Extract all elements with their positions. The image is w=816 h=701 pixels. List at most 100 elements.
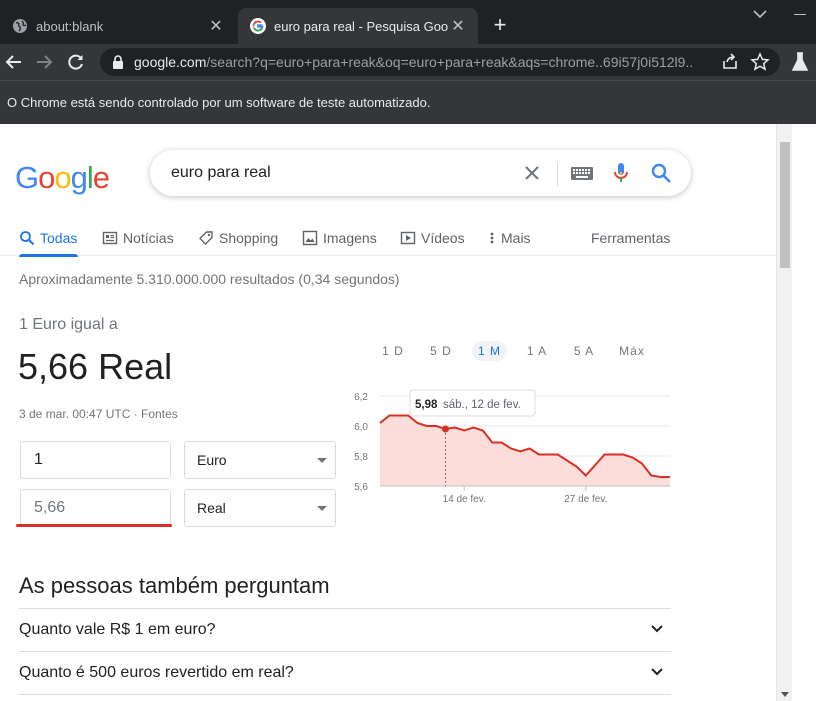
share-icon[interactable] xyxy=(720,52,740,72)
tooltip-date: sáb., 12 de fev. xyxy=(443,399,521,411)
tab-label: Notícias xyxy=(123,230,174,246)
tab-shopping[interactable]: Shopping xyxy=(198,220,278,256)
url-text[interactable]: google.com/search?q=euro+para+reak&oq=eu… xyxy=(134,54,694,70)
exchange-rate-chart[interactable]: 5,6 5,8 6,0 6,2 14 de fev. 27 de fev. 5,98 sáb.… xyxy=(345,386,675,511)
tab-search-chevron-icon[interactable] xyxy=(748,6,772,22)
new-tab-button[interactable]: + xyxy=(488,14,512,38)
range-5a[interactable]: 5 A xyxy=(573,341,595,361)
microphone-icon[interactable] xyxy=(611,162,631,184)
range-1m[interactable]: 1 M xyxy=(472,341,508,361)
tab-strip: about:blank ✕ euro para real - Pesquisa … xyxy=(0,0,816,44)
address-bar[interactable]: google.com/search?q=euro+para+reak&oq=eu… xyxy=(100,48,780,76)
x-tick-label: 27 de fev. xyxy=(564,494,607,505)
search-divider xyxy=(557,162,558,186)
chevron-down-icon xyxy=(651,625,663,633)
logo-letter: g xyxy=(70,160,88,195)
tab-title: about:blank xyxy=(36,18,104,34)
tab-mais[interactable]: Mais xyxy=(488,220,531,256)
y-tick-label: 5,8 xyxy=(354,452,368,463)
tab-label: Todas xyxy=(40,230,78,246)
reload-button[interactable] xyxy=(64,50,88,74)
window-edge xyxy=(792,124,816,701)
logo-letter: o xyxy=(54,160,71,195)
y-tick-label: 6,0 xyxy=(354,422,368,433)
automation-infobar: O Chrome está sendo controlado por um so… xyxy=(0,80,816,124)
chevron-down-icon xyxy=(651,668,663,676)
question-row-divider xyxy=(19,694,671,701)
tag-icon xyxy=(199,231,213,245)
to-amount-input[interactable]: 5,66 xyxy=(20,489,171,527)
conversion-label: 1 Euro igual a xyxy=(19,316,118,333)
logo-letter: G xyxy=(15,160,39,195)
scrollbar-thumb[interactable] xyxy=(780,142,790,268)
tools-label: Ferramentas xyxy=(591,230,671,246)
minimize-icon[interactable] xyxy=(794,14,806,15)
scroll-down-arrow-icon[interactable] xyxy=(781,692,789,697)
range-1d[interactable]: 1 D xyxy=(382,341,404,361)
from-currency-value: Euro xyxy=(197,452,227,468)
logo-letter: e xyxy=(92,160,110,195)
play-icon xyxy=(400,231,416,245)
tab-imagens[interactable]: Imagens xyxy=(302,220,377,256)
y-tick-label: 5,6 xyxy=(354,482,368,493)
keyboard-icon[interactable] xyxy=(570,164,594,182)
clear-icon[interactable] xyxy=(522,163,542,183)
dropdown-arrow-icon xyxy=(317,506,327,511)
tab-google-search[interactable]: euro para real - Pesquisa Google ✕ xyxy=(238,8,478,44)
question-row[interactable]: Quanto vale R$ 1 em euro? xyxy=(19,608,671,651)
logo-letter: o xyxy=(38,160,55,195)
flask-icon[interactable] xyxy=(790,50,810,74)
range-max[interactable]: Máx xyxy=(619,341,645,361)
newspaper-icon xyxy=(102,231,118,245)
page-scrollbar[interactable] xyxy=(776,124,792,701)
reload-icon xyxy=(68,54,83,70)
more-vertical-icon xyxy=(490,232,494,244)
search-icon[interactable] xyxy=(650,162,672,184)
to-currency-value: Real xyxy=(197,500,226,516)
search-input[interactable]: euro para real xyxy=(171,150,271,196)
question-row[interactable]: Quanto é 500 euros revertido em real? xyxy=(19,651,671,694)
search-results-page: Google euro para real Todas Notícias Sho… xyxy=(0,124,776,701)
question-text: Quanto é 500 euros revertido em real? xyxy=(19,664,294,681)
tooltip-value: 5,98 xyxy=(415,399,438,411)
google-favicon-icon xyxy=(250,18,266,34)
google-logo[interactable]: Google xyxy=(15,160,110,196)
range-1a[interactable]: 1 A xyxy=(526,341,548,361)
tab-todas[interactable]: Todas xyxy=(19,220,78,257)
image-icon xyxy=(302,230,318,246)
tab-label: Vídeos xyxy=(421,230,465,246)
tab-label: Mais xyxy=(501,230,531,246)
browser-toolbar: google.com/search?q=euro+para+reak&oq=eu… xyxy=(0,44,816,80)
result-stats: Aproximadamente 5.310.000.000 resultados… xyxy=(19,271,400,287)
url-path: /search?q=euro+para+reak&oq=euro+para+re… xyxy=(206,54,694,70)
conversion-date: 3 de mar. 00:47 UTC · Fontes xyxy=(19,407,178,421)
forward-button[interactable] xyxy=(32,50,56,74)
tab-title: euro para real - Pesquisa Google xyxy=(274,18,448,34)
lock-icon[interactable] xyxy=(112,55,124,69)
bookmark-star-icon[interactable] xyxy=(750,52,770,72)
globe-icon xyxy=(13,19,27,33)
tab-videos[interactable]: Vídeos xyxy=(400,220,465,256)
arrow-right-icon xyxy=(37,55,53,69)
range-5d[interactable]: 5 D xyxy=(430,341,452,361)
question-text: Quanto vale R$ 1 em euro? xyxy=(19,621,216,638)
search-nav-tabs: Todas Notícias Shopping Imagens Vídeos M… xyxy=(0,220,776,257)
close-tab-icon[interactable]: ✕ xyxy=(448,16,468,36)
search-box[interactable]: euro para real xyxy=(150,150,691,196)
url-host: google.com xyxy=(134,54,207,70)
hover-point[interactable] xyxy=(441,425,449,433)
tab-label: Shopping xyxy=(219,230,279,246)
input-focus-underline xyxy=(16,524,172,527)
tab-about-blank[interactable]: about:blank ✕ xyxy=(0,8,236,44)
tab-noticias[interactable]: Notícias xyxy=(102,220,174,256)
back-button[interactable] xyxy=(2,50,26,74)
people-also-ask-title: As pessoas também perguntam xyxy=(19,573,330,598)
tools-button[interactable]: Ferramentas xyxy=(591,220,670,256)
from-amount-input[interactable]: 1 xyxy=(20,441,171,479)
search-icon xyxy=(20,231,35,246)
close-tab-icon[interactable]: ✕ xyxy=(206,16,226,36)
tab-label: Imagens xyxy=(323,230,377,246)
from-currency-select[interactable]: Euro xyxy=(184,441,336,479)
to-currency-select[interactable]: Real xyxy=(184,489,336,527)
dropdown-arrow-icon xyxy=(317,458,327,463)
